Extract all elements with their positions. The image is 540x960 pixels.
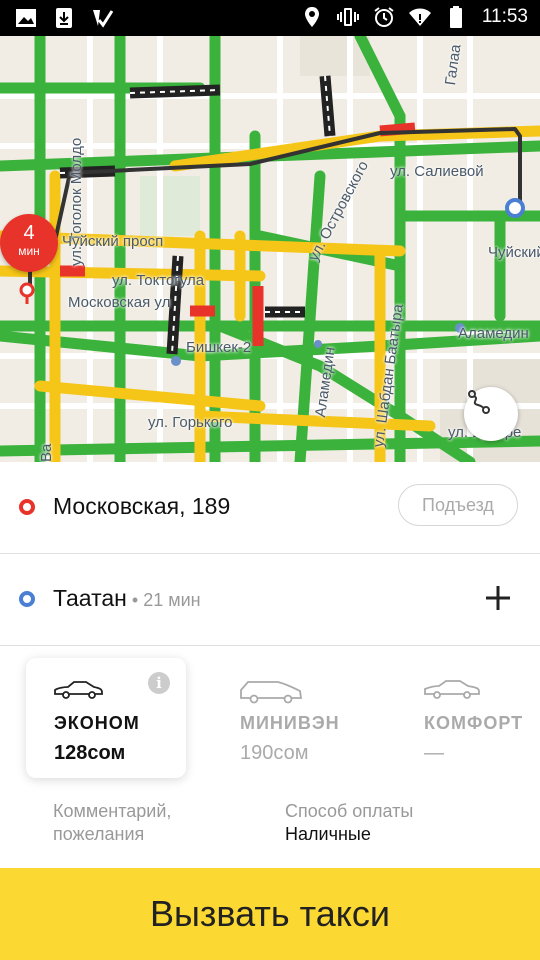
destination-pin-icon [19,591,35,607]
info-icon[interactable]: i [148,672,170,694]
tariff-minivan[interactable]: МИНИВЭН 190сом [212,658,372,778]
pickup-pin-icon [19,499,35,515]
destination-address-row[interactable]: Таатан • 21 мин [0,554,540,646]
tariff-name: ЭКОНОМ [54,713,140,733]
minivan-car-icon [240,681,303,704]
gallery-icon [16,9,36,27]
wifi-icon [408,8,431,26]
tariff-comfort[interactable]: КОМФОРТ — [396,658,540,778]
eta-unit: мин [18,244,40,258]
tariff-price: 128сом [54,742,126,764]
clock: 11:53 [481,6,528,27]
street-label: Ва [38,443,55,462]
street-label: ул. Токтогула [112,272,205,289]
street-label: Московская ул [68,294,171,311]
entrance-button[interactable]: Подъезд [398,484,518,526]
payment-label: Способ оплаты [285,801,414,821]
street-label: Бишкек-2 [186,339,252,356]
pickup-address-row[interactable]: Московская, 189 Подъезд [0,462,540,554]
vibrate-icon [336,8,359,26]
battery-icon [449,6,462,28]
tariff-name: МИНИВЭН [240,713,340,733]
comfort-car-icon [424,680,480,699]
comment-label-line2: пожелания [53,824,145,844]
comment-label-line1: Комментарий, [53,801,172,821]
comment-option[interactable]: Комментарий, пожелания [53,800,171,846]
eta-value: 4 [23,222,35,244]
check-app-icon [93,10,114,28]
pickup-eta-badge: 4 мин [0,214,58,272]
street-label: Чуйский просп [62,233,164,250]
destination-address: Таатан [53,585,127,611]
route-icon [468,390,490,414]
map-view[interactable]: ул. Тоголок Молдо Чуйский просп ул. Токт… [0,36,540,462]
plus-icon[interactable] [480,580,516,616]
download-icon [56,8,72,28]
sedan-car-icon [54,681,103,699]
street-label: ул. Салиевой [390,163,484,180]
street-label: ул. Горького [148,414,233,431]
route-button[interactable] [464,387,518,441]
payment-option[interactable]: Способ оплаты Наличные [285,800,413,846]
call-taxi-button[interactable]: Вызвать такси [0,868,540,960]
location-icon [304,7,319,27]
pickup-address: Московская, 189 [53,493,231,519]
destination-separator: • [126,590,144,610]
street-label: Чуйский [488,244,540,261]
tariff-price: — [424,742,444,764]
payment-value: Наличные [285,824,371,844]
destination-text: Таатан • 21 мин [53,585,201,612]
tariff-name: КОМФОРТ [424,713,524,733]
alarm-icon [374,7,394,27]
tariff-econom[interactable]: i ЭКОНОМ 128сом [26,658,186,778]
destination-duration: 21 мин [143,590,201,610]
tariff-selector: i ЭКОНОМ 128сом МИНИВЭН 190сом КОМФОРТ — [0,646,540,786]
street-label: Аламедин [458,325,529,342]
tariff-price: 190сом [240,742,309,764]
status-bar: 11:53 [0,0,540,36]
